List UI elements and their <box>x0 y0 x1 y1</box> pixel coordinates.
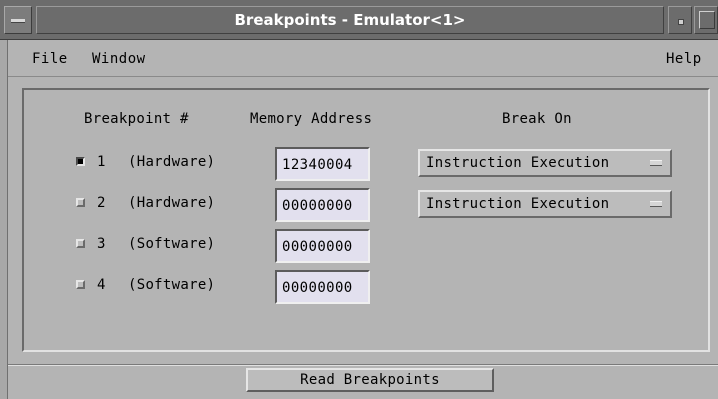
breakpoint-2-address-field[interactable]: 00000000 <box>275 188 370 222</box>
breakpoint-3-type: (Software) <box>128 236 216 252</box>
minimize-button[interactable] <box>668 6 692 34</box>
minimize-icon <box>678 19 684 25</box>
breakpoint-1-address-field[interactable]: 12340004 <box>275 147 370 181</box>
header-break-on: Break On <box>502 111 572 127</box>
breakpoint-1-toggle[interactable] <box>76 157 85 166</box>
read-breakpoints-button[interactable]: Read Breakpoints <box>246 368 494 392</box>
breakpoint-2-break-on-value: Instruction Execution <box>426 196 610 212</box>
menu-bar: File Window Help <box>8 42 718 77</box>
header-memory-address: Memory Address <box>250 111 373 127</box>
breakpoint-4-toggle[interactable] <box>76 280 85 289</box>
menu-file[interactable]: File <box>32 51 68 67</box>
window-menu-button[interactable] <box>4 6 32 34</box>
option-menu-indicator-icon <box>650 160 662 166</box>
menu-help[interactable]: Help <box>666 51 702 67</box>
breakpoint-1-break-on-menu[interactable]: Instruction Execution <box>418 149 672 177</box>
breakpoint-3-number: 3 <box>97 236 106 252</box>
breakpoint-2-type: (Hardware) <box>128 195 216 211</box>
option-menu-indicator-icon <box>650 201 662 207</box>
maximize-icon <box>699 11 715 29</box>
window-title[interactable]: Breakpoints - Emulator<1> <box>36 6 664 34</box>
maximize-button[interactable] <box>694 6 718 34</box>
breakpoint-3-address-field[interactable]: 00000000 <box>275 229 370 263</box>
divider <box>8 364 718 366</box>
breakpoint-4-type: (Software) <box>128 277 216 293</box>
breakpoint-2-toggle[interactable] <box>76 198 85 207</box>
breakpoint-2-break-on-menu[interactable]: Instruction Execution <box>418 190 672 218</box>
breakpoint-1-type: (Hardware) <box>128 154 216 170</box>
header-breakpoint-number: Breakpoint # <box>84 111 189 127</box>
window-border[interactable] <box>0 40 8 399</box>
menu-window[interactable]: Window <box>92 51 146 67</box>
breakpoint-1-number: 1 <box>97 154 106 170</box>
breakpoint-1-break-on-value: Instruction Execution <box>426 155 610 171</box>
breakpoint-4-number: 4 <box>97 277 106 293</box>
breakpoint-2-number: 2 <box>97 195 106 211</box>
title-bar[interactable]: Breakpoints - Emulator<1> <box>0 0 718 40</box>
window-menu-icon <box>11 19 25 23</box>
breakpoint-3-toggle[interactable] <box>76 239 85 248</box>
breakpoints-window: Breakpoints - Emulator<1> File Window He… <box>0 0 718 399</box>
breakpoint-4-address-field[interactable]: 00000000 <box>275 270 370 304</box>
